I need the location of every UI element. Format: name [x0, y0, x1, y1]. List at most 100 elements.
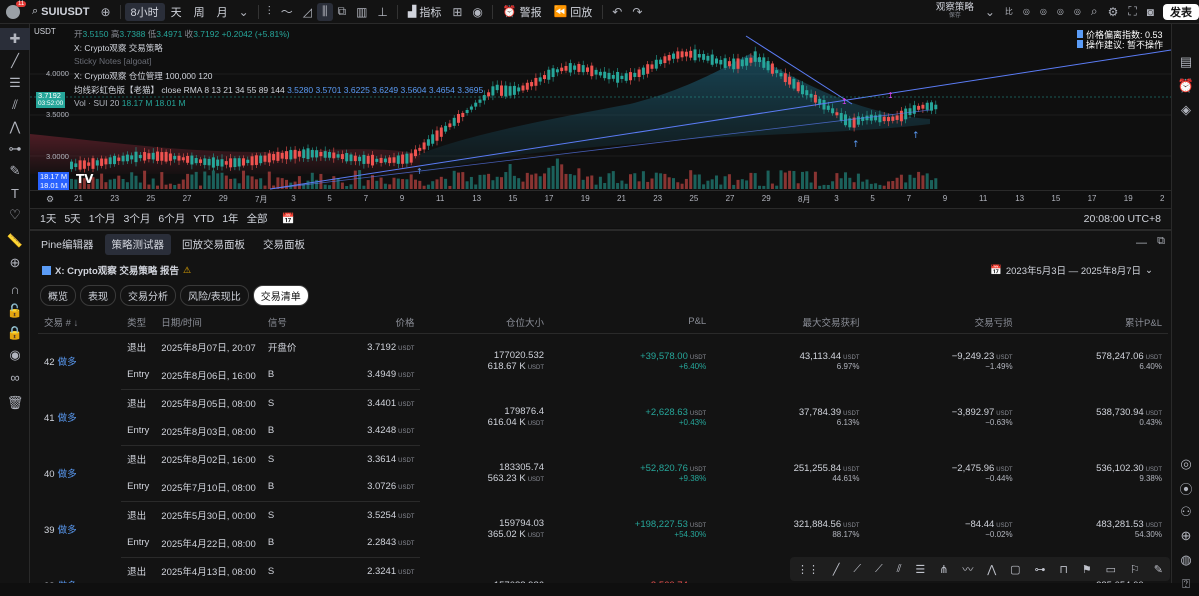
symbol-search[interactable]: ⌕ SUIUSDT — [26, 0, 95, 24]
col-trade-num[interactable]: 交易 # ↓ — [38, 311, 122, 334]
parallel-channel-icon[interactable]: ⫽ — [897, 563, 902, 576]
replay-button[interactable]: ⏪ 回放 — [548, 0, 599, 24]
subtab-trade-list[interactable]: 交易清单 — [252, 285, 309, 306]
redo-icon[interactable]: ↷ — [627, 0, 647, 24]
measure-icon[interactable]: ⊶ — [1034, 563, 1045, 576]
layout-selector[interactable]: 观察策略 保存 — [930, 0, 980, 24]
line-chart-type-icon[interactable]: 〜 — [276, 0, 298, 24]
alerts-icon[interactable]: ⏰ — [1172, 74, 1199, 98]
range-5d[interactable]: 5天 — [60, 211, 84, 226]
subtab-performance[interactable]: 表现 — [80, 285, 116, 306]
drag-handle-icon[interactable]: ⋮⋮ — [797, 563, 819, 576]
rectangle-icon[interactable]: ▢ — [1010, 563, 1020, 576]
pitchfork-icon[interactable]: ⋔ — [939, 563, 948, 576]
interval-day[interactable]: 天 — [165, 0, 188, 24]
trendline-icon[interactable]: ╱ — [0, 50, 30, 72]
candle-chart-type-icon[interactable]: ⫼ — [316, 2, 333, 21]
magnet-icon[interactable]: ∩ — [0, 278, 30, 300]
range-1y[interactable]: 1年 — [218, 211, 242, 226]
strategy-legend[interactable]: X: Crypto观察 交易策略 — [74, 42, 163, 54]
range-1d[interactable]: 1天 — [36, 211, 60, 226]
indicators-button[interactable]: ▟ 指标 — [402, 0, 447, 24]
trade-exit-row[interactable]: 39 做多 退出 2025年5月30日, 00:00 S 3.5254 USDT 159794… — [38, 501, 1168, 540]
bar-chart-type-icon[interactable]: ⫶ — [263, 0, 276, 24]
area-chart-type-icon[interactable]: ◿ — [298, 0, 317, 24]
flag-icon[interactable]: ⚑ — [1082, 563, 1092, 576]
tab-strategy-tester[interactable]: 策略测试器 — [104, 234, 172, 255]
sticky-notes-legend[interactable]: Sticky Notes [algoat] — [74, 56, 151, 66]
trade-exit-row[interactable]: 41 做多 退出 2025年8月05日, 08:00 S 3.4401 USDT 179876… — [38, 389, 1168, 428]
baseline-chart-type-icon[interactable]: ⊥ — [372, 0, 392, 24]
comment-icon[interactable]: ▭ — [1106, 563, 1116, 576]
position-legend[interactable]: X: Crypto观察 仓位管理 100,000 120 — [74, 70, 212, 82]
column-chart-type-icon[interactable]: ▥ — [351, 0, 372, 24]
link-icon[interactable]: ∞ — [0, 366, 30, 388]
trade-exit-row[interactable]: 42 做多 退出 2025年8月07日, 20:07 开盘价 3.7192 USDT 1770… — [38, 333, 1168, 373]
camera-icon[interactable]: ◙ — [1142, 0, 1159, 24]
target-icon[interactable]: ◎ — [1172, 452, 1199, 476]
range-6m[interactable]: 6个月 — [154, 211, 189, 226]
trade-exit-row[interactable]: 40 做多 退出 2025年8月02日, 16:00 S 3.3614 USDT 183305… — [38, 445, 1168, 484]
date-range-selector[interactable]: 📅 2023年5月3日 — 2025年8月7日 ⌄ — [990, 263, 1153, 278]
long-position-icon[interactable]: ⊓ — [1059, 563, 1068, 576]
subtab-trade-analysis[interactable]: 交易分析 — [120, 285, 176, 306]
tab-trading-panel[interactable]: 交易面板 — [256, 234, 312, 255]
publish-button[interactable]: 发表 — [1163, 3, 1199, 20]
watchlist-icon[interactable]: ▤ — [1172, 50, 1199, 74]
interval-8h[interactable]: 8小时 — [124, 2, 165, 21]
layers-icon[interactable]: ◈ — [1172, 98, 1199, 122]
text-icon[interactable]: T — [0, 182, 30, 204]
broadcast-icon[interactable]: ◍ — [1172, 548, 1199, 572]
templates-icon[interactable]: ⊞ — [447, 0, 467, 24]
warning-icon[interactable]: ⚠ — [183, 265, 191, 276]
scripts-icon[interactable]: ⚇ — [1172, 500, 1199, 524]
trendline-icon[interactable]: ╱ — [833, 563, 840, 576]
info-line-icon[interactable]: ⟋ — [875, 563, 883, 576]
brush-icon[interactable]: ✎ — [1154, 563, 1163, 576]
subtab-risk-ratio[interactable]: 风险/表现比 — [180, 285, 249, 306]
clock-display[interactable]: 20:08:00 UTC+8 — [1080, 213, 1165, 225]
coin-icon-3[interactable]: ◎ — [1035, 0, 1052, 24]
forecast-icon[interactable]: ⚐ — [1130, 563, 1140, 576]
chevron-down-icon[interactable]: ⌄ — [980, 0, 1000, 24]
brush-icon[interactable]: ✎ — [0, 160, 30, 182]
signal-icon[interactable]: ⦿ — [1172, 476, 1199, 500]
search-icon[interactable]: ⌕ — [1086, 0, 1103, 24]
channel-icon[interactable]: ⫽ — [0, 94, 30, 116]
subtab-overview[interactable]: 概览 — [40, 285, 76, 306]
coin-icon-5[interactable]: ◎ — [1069, 0, 1086, 24]
time-axis[interactable]: ⚙ 21 23 25 27 29 7月 3 5 7 9 11 13 15 17 19 21 23 25 27 29 8月… — [30, 190, 1171, 208]
strategy-icon[interactable]: ◉ — [467, 0, 487, 24]
trash-icon[interactable]: 🗑 — [0, 392, 30, 414]
coin-icon-1[interactable]: 比 — [1000, 0, 1018, 24]
measure-icon[interactable]: ⊶ — [0, 138, 30, 160]
currency-tag[interactable]: USDT — [34, 27, 56, 36]
rma-legend[interactable]: 均线彩虹色版【老猫】 close RMA 8 13 21 34 55 89 14… — [74, 84, 483, 96]
zoom-icon[interactable]: ⊕ — [0, 252, 30, 274]
fullscreen-icon[interactable]: ⛶ — [1123, 0, 1141, 24]
tab-pine-editor[interactable]: Pine编辑器 — [34, 234, 101, 255]
undo-icon[interactable]: ↶ — [607, 0, 627, 24]
coin-icon-4[interactable]: ◎ — [1052, 0, 1069, 24]
range-ytd[interactable]: YTD — [189, 213, 218, 225]
price-chart[interactable]: ↑ ↑ ↑ ↥ ↥ USDT 开3.5150 高3.7388 低3.4971 收… — [30, 24, 1171, 208]
interval-week[interactable]: 周 — [188, 0, 211, 24]
range-3m[interactable]: 3个月 — [120, 211, 155, 226]
goto-date-icon[interactable]: 📅 — [278, 212, 299, 225]
user-avatar[interactable]: 11 — [0, 0, 27, 24]
settings-icon[interactable]: ⚙ — [1103, 0, 1124, 24]
ray-icon[interactable]: ⟋ — [853, 563, 861, 576]
fib-icon[interactable]: ☰ — [0, 72, 30, 94]
ruler-icon[interactable]: 📏 — [0, 230, 30, 252]
plus-circle-icon[interactable]: ⊕ — [1172, 524, 1199, 548]
tab-replay-trading[interactable]: 回放交易面板 — [175, 234, 252, 255]
pattern-icon[interactable]: ⋀ — [987, 563, 996, 576]
eye-icon[interactable]: ◉ — [0, 344, 30, 366]
range-all[interactable]: 全部 — [243, 211, 272, 226]
axis-settings-icon[interactable]: ⚙ — [46, 194, 54, 205]
maximize-panel-icon[interactable]: ⧉ — [1157, 235, 1165, 248]
fib-icon[interactable]: ☰ — [915, 563, 925, 576]
candlestick-chart[interactable]: ↑ ↑ ↑ ↥ ↥ — [30, 24, 1171, 208]
heart-icon[interactable]: ♡ — [0, 204, 30, 226]
heikin-chart-type-icon[interactable]: ⧉ — [333, 0, 352, 24]
